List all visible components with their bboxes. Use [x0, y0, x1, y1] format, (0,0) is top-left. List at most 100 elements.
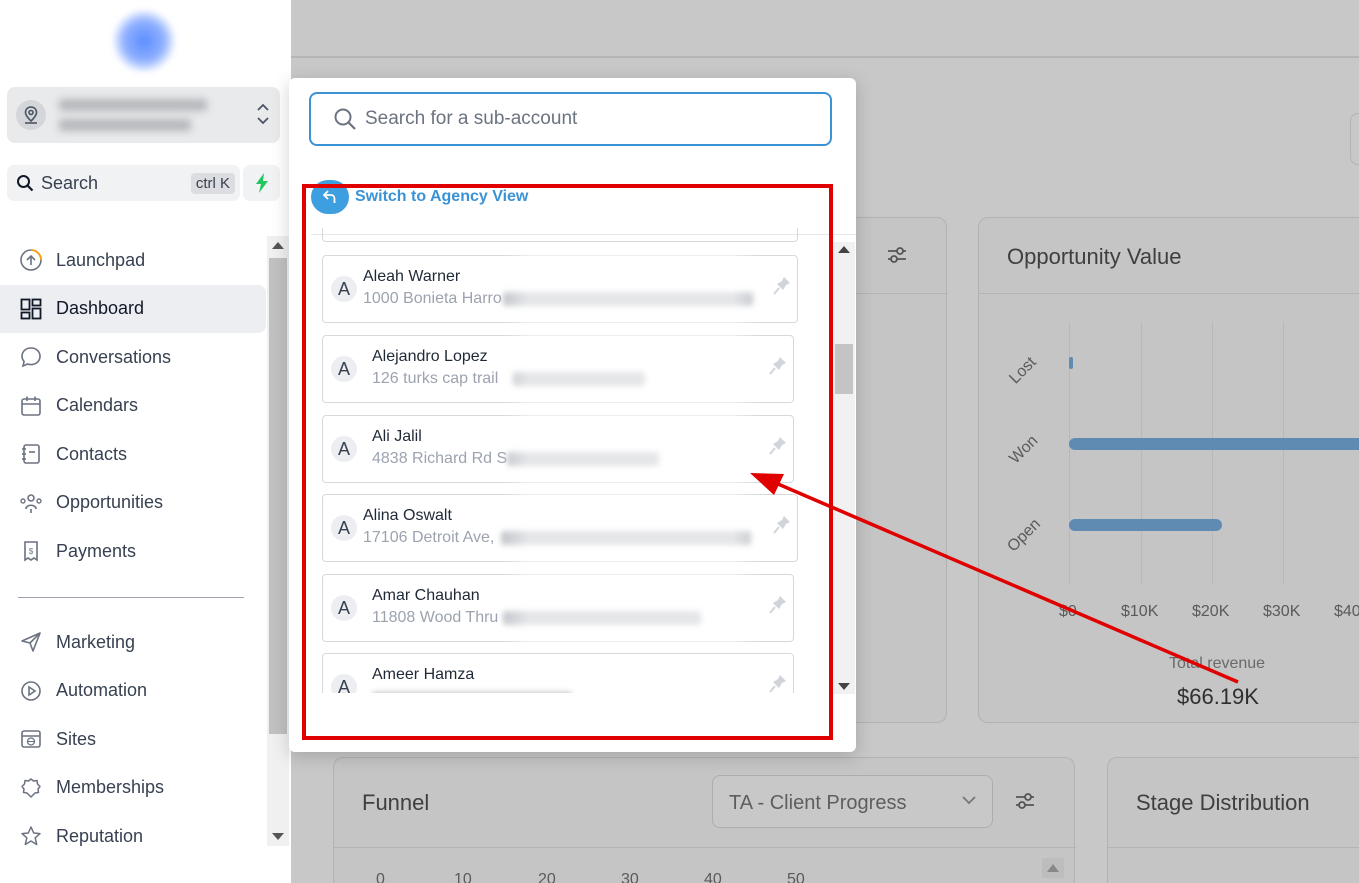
list-scrollbar[interactable]	[833, 242, 855, 694]
avatar: A	[331, 595, 357, 621]
funnel-tick: 0	[376, 871, 385, 883]
redaction-overlay	[503, 573, 758, 645]
scrollbar-thumb[interactable]	[835, 344, 853, 394]
sidebar-nav-secondary: Marketing Automation Sites Memberships R…	[0, 618, 266, 861]
pin-icon[interactable]	[763, 356, 793, 376]
funnel-filter-icon[interactable]	[1015, 792, 1035, 815]
sub-account-search-input[interactable]	[365, 108, 795, 130]
list-item[interactable]: A Alina Oswalt 17106 Detroit Ave,	[322, 493, 798, 565]
sidebar-item-contacts[interactable]: Contacts	[0, 430, 266, 479]
pin-icon[interactable]	[767, 515, 797, 535]
filter-icon[interactable]	[887, 246, 907, 269]
location-icon	[16, 100, 46, 130]
y-label-open: Open	[1004, 515, 1044, 556]
account-name: Alejandro Lopez	[372, 348, 488, 365]
account-address: 126 turks cap trail	[372, 370, 499, 387]
chevron-down-icon	[962, 796, 976, 805]
sidebar-item-dashboard[interactable]: Dashboard	[0, 284, 266, 333]
sidebar-item-calendars[interactable]: Calendars	[0, 382, 266, 431]
account-address: 17106 Detroit Ave,	[363, 529, 495, 546]
sidebar-item-label: Automation	[56, 680, 148, 701]
header-action-button[interactable]	[1350, 113, 1359, 165]
sidebar-item-reputation[interactable]: Reputation	[0, 812, 266, 861]
sidebar-item-marketing[interactable]: Marketing	[0, 618, 266, 667]
list-item[interactable]: A Amar Chauhan 11808 Wood Thru	[322, 573, 794, 645]
funnel-tick: 40	[704, 871, 722, 883]
sub-account-search[interactable]	[309, 92, 832, 146]
avatar: A	[331, 674, 357, 693]
scroll-up-icon[interactable]	[838, 246, 850, 253]
stage-distribution-card: Stage Distribution	[1107, 757, 1359, 883]
sidebar-item-launchpad[interactable]: Launchpad	[0, 236, 266, 285]
search-shortcut: ctrl K	[190, 172, 235, 194]
sidebar-item-automation[interactable]: Automation	[0, 667, 266, 716]
x-tick: $30K	[1263, 603, 1301, 620]
bar-lost	[1069, 357, 1073, 369]
calendar-icon	[18, 393, 44, 419]
x-tick: $0	[1059, 603, 1077, 620]
account-switcher[interactable]	[7, 87, 280, 143]
list-item[interactable]: A Aleah Warner 1000 Bonieta Harro	[322, 254, 798, 326]
account-name-redacted	[59, 99, 207, 111]
funnel-tick: 30	[621, 871, 639, 883]
sidebar-item-label: Conversations	[56, 346, 172, 367]
sidebar-item-label: Marketing	[56, 631, 136, 652]
sidebar-scrollbar[interactable]	[267, 236, 289, 846]
scrollbar-thumb[interactable]	[269, 258, 287, 734]
dashboard-icon	[18, 296, 44, 322]
payments-icon: $	[18, 538, 44, 564]
pin-icon[interactable]	[763, 436, 793, 456]
opportunities-icon	[18, 490, 44, 516]
list-item[interactable]: A Ali Jalil 4838 Richard Rd S	[322, 414, 794, 486]
account-name: Amar Chauhan	[372, 587, 480, 604]
funnel-scroll-up-icon[interactable]	[1042, 858, 1064, 878]
avatar: A	[331, 436, 357, 462]
memberships-icon	[18, 775, 44, 801]
sidebar-item-label: Reputation	[56, 825, 144, 846]
opportunity-value-card: Opportunity Value Lost Won Open $0 $10K …	[978, 217, 1359, 723]
pipeline-select[interactable]: TA - Client Progress	[712, 775, 993, 828]
pin-icon[interactable]	[763, 674, 793, 693]
sidebar-item-conversations[interactable]: Conversations	[0, 333, 266, 382]
account-address: 4838 Richard Rd S	[372, 450, 508, 467]
list-item[interactable]: A Alejandro Lopez 126 turks cap trail	[322, 334, 794, 406]
switch-to-agency-view[interactable]: Switch to Agency View	[311, 180, 528, 214]
bar-won	[1069, 438, 1359, 450]
sidebar-item-label: Contacts	[56, 443, 128, 464]
pin-icon[interactable]	[763, 595, 793, 615]
address-redacted	[372, 692, 572, 693]
funnel-tick: 20	[538, 871, 556, 883]
sidebar-item-label: Dashboard	[56, 298, 145, 319]
scroll-down-icon[interactable]	[272, 833, 284, 840]
bar-open	[1069, 519, 1222, 531]
top-bar-divider	[291, 56, 1359, 58]
sidebar-item-memberships[interactable]: Memberships	[0, 764, 266, 813]
sites-icon	[18, 726, 44, 752]
sidebar-divider	[18, 597, 244, 598]
funnel-tick: 50	[787, 871, 805, 883]
account-address: 11808 Wood Thru	[372, 609, 499, 626]
chat-icon	[18, 344, 44, 370]
back-arrow-icon	[311, 180, 349, 214]
agency-view-label: Switch to Agency View	[355, 188, 529, 205]
account-address: 1000 Bonieta Harro	[363, 290, 502, 307]
list-item[interactable]: A Ameer Hamza	[322, 653, 794, 693]
search-icon	[334, 108, 356, 130]
sidebar-item-payments[interactable]: $ Payments	[0, 527, 266, 576]
x-tick: $20K	[1192, 603, 1230, 620]
total-revenue-label: Total revenue	[1169, 655, 1266, 672]
account-name: Alina Oswalt	[363, 507, 452, 524]
avatar: A	[331, 356, 357, 382]
scroll-up-icon[interactable]	[272, 242, 284, 249]
quick-actions-button[interactable]	[243, 165, 280, 201]
sidebar-search[interactable]: Search ctrl K	[7, 165, 240, 201]
funnel-tick: 10	[454, 871, 472, 883]
sidebar-item-sites[interactable]: Sites	[0, 715, 266, 764]
star-icon	[18, 823, 44, 849]
scroll-down-icon[interactable]	[838, 683, 850, 690]
y-label-won: Won	[1006, 432, 1042, 468]
sub-account-list: A Aleah Warner 1000 Bonieta Harro A Alej…	[322, 235, 800, 693]
pin-icon[interactable]	[767, 276, 797, 296]
sidebar-item-opportunities[interactable]: Opportunities	[0, 479, 266, 528]
avatar: A	[331, 276, 357, 302]
